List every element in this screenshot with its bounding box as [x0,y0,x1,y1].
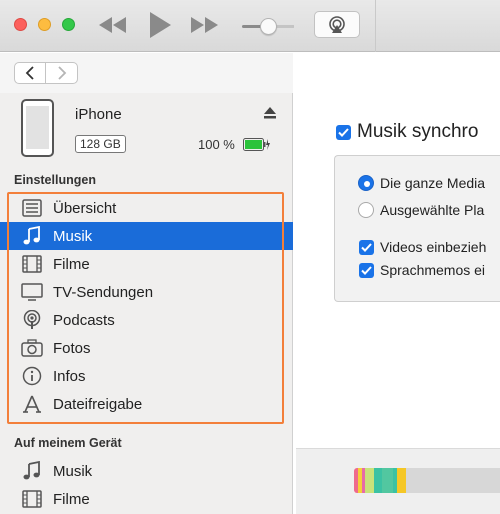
storage-segment [374,468,382,493]
sidebar-item-label: Fotos [53,340,91,357]
info-icon [21,366,43,386]
sync-music-label: Musik synchro [357,121,479,142]
summary-list-icon [21,198,43,218]
sidebar-item-movies[interactable]: Filme [0,250,293,278]
sidebar-item-file-sharing[interactable]: Dateifreigabe [0,390,293,418]
battery-percentage: 100 % [198,137,235,152]
include-videos-option[interactable]: Videos einbezieh [359,239,486,255]
minimize-window-button[interactable] [38,18,51,31]
chevron-right-icon [57,66,66,80]
podcast-icon [21,310,43,330]
include-voice-memos-option[interactable]: Sprachmemos ei [359,262,485,278]
fast-forward-icon[interactable] [188,13,222,37]
tv-icon [21,282,43,302]
music-note-icon [21,226,43,246]
sync-music-row[interactable]: Musik synchro [336,121,478,143]
storage-segment [397,468,406,493]
volume-knob[interactable] [260,18,277,35]
sidebar-item-label: Filme [53,491,90,508]
forward-button[interactable] [46,63,77,83]
zoom-window-button[interactable] [62,18,75,31]
sidebar-item-label: Musik [53,228,93,245]
selected-playlists-option[interactable]: Ausgewählte Pla [358,202,484,218]
music-note-icon [21,461,43,481]
battery-charging-icon [243,138,270,151]
sidebar-item-photos[interactable]: Fotos [0,334,293,362]
storage-segment [365,468,374,493]
storage-free-segment [406,468,500,493]
sidebar-item-info[interactable]: Infos [0,362,293,390]
selected-playlists-label: Ausgewählte Pla [380,202,485,218]
close-window-button[interactable] [14,18,27,31]
storage-segment [382,468,393,493]
include-videos-label: Videos einbezieh [380,239,487,255]
navigation-bar [0,53,293,93]
include-videos-checkbox[interactable] [359,239,374,255]
capacity-badge: 128 GB [75,135,126,153]
sync-music-checkbox[interactable] [336,124,351,140]
iphone-icon [21,99,54,157]
sidebar-item-label: Podcasts [53,312,115,329]
storage-usage-bar [354,468,500,493]
device-item-music[interactable]: Musik [0,457,293,485]
chevron-left-icon [25,66,34,80]
settings-heading: Einstellungen [14,173,96,187]
sidebar-item-label: Übersicht [53,200,117,217]
sidebar-item-podcasts[interactable]: Podcasts [0,306,293,334]
sidebar-item-summary[interactable]: Übersicht [0,194,293,222]
sidebar-item-tv-shows[interactable]: TV-Sendungen [0,278,293,306]
airplay-icon [329,15,345,33]
toolbar-divider [375,0,376,52]
back-button[interactable] [15,63,47,83]
camera-icon [21,338,43,358]
film-strip-icon [21,489,43,509]
airplay-button[interactable] [314,11,360,38]
film-strip-icon [21,254,43,274]
volume-slider[interactable] [240,15,296,37]
entire-library-option[interactable]: Die ganze Media [358,175,485,191]
eject-icon[interactable] [263,106,277,120]
title-bar [0,0,500,52]
sidebar-item-label: TV-Sendungen [53,284,154,301]
file-sharing-icon [21,394,43,414]
sidebar-item-label: Musik [53,463,93,480]
sidebar-item-label: Filme [53,256,90,273]
play-icon[interactable] [146,10,174,40]
include-voice-memos-checkbox[interactable] [359,262,374,278]
device-name: iPhone [75,106,122,123]
device-item-movies[interactable]: Filme [0,485,293,513]
entire-library-radio[interactable] [358,175,374,191]
sidebar-item-label: Infos [53,368,86,385]
sidebar-item-music[interactable]: Musik [0,222,293,250]
rewind-icon[interactable] [96,13,130,37]
history-buttons [14,62,78,84]
include-voice-memos-label: Sprachmemos ei [380,262,486,278]
entire-library-label: Die ganze Media [380,175,486,191]
sidebar-item-label: Dateifreigabe [53,396,143,413]
selected-playlists-radio[interactable] [358,202,374,218]
on-device-heading: Auf meinem Gerät [14,436,122,450]
